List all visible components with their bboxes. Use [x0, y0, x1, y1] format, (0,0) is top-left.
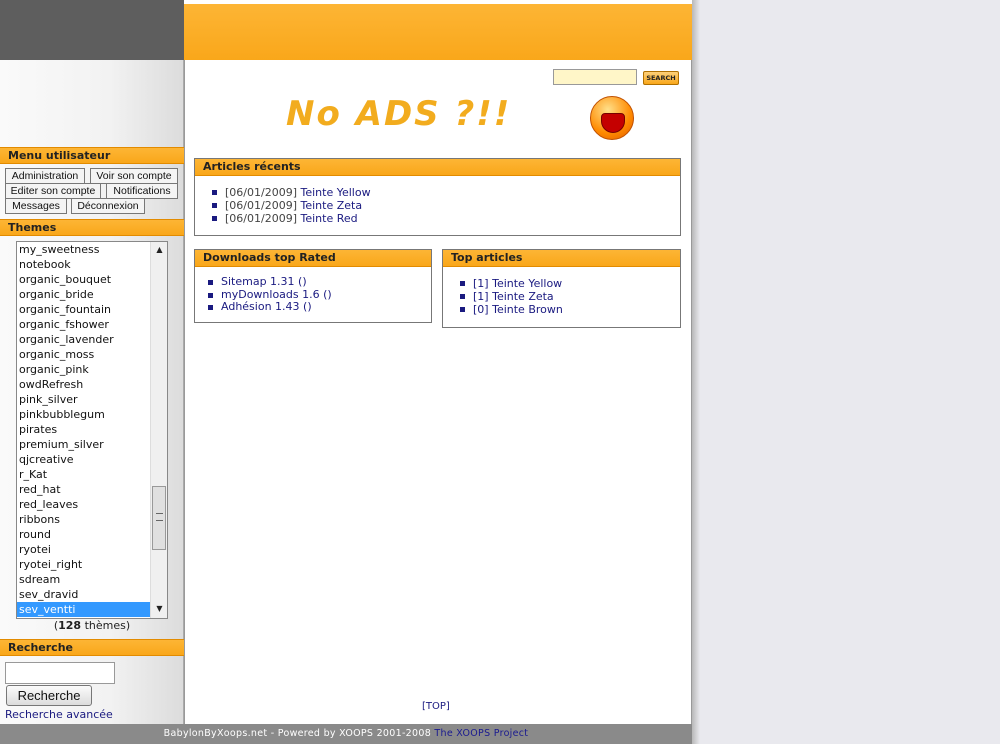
list-item: [1] Teinte Yellow	[460, 277, 680, 290]
theme-option[interactable]: organic_pink	[17, 362, 167, 377]
theme-option[interactable]: red_leaves	[17, 497, 167, 512]
themes-count-suffix: thèmes	[84, 619, 126, 632]
deconnexion-button[interactable]: Déconnexion	[71, 198, 145, 214]
theme-option[interactable]: sdream	[17, 572, 167, 587]
downloads-title: Downloads top Rated	[195, 250, 431, 267]
header-band	[184, 4, 692, 60]
article-link[interactable]: Teinte Zeta	[300, 199, 362, 212]
download-link[interactable]: Adhésion 1.43 ()	[208, 300, 431, 314]
recherche-avancee-link[interactable]: Recherche avancée	[5, 708, 113, 721]
top-articles-block: Top articles [1] Teinte Yellow [1] Teinte…	[442, 249, 681, 328]
article-count: [1]	[473, 290, 489, 303]
theme-option[interactable]: red_hat	[17, 482, 167, 497]
themes-scrollbar[interactable]: ▲ ▼	[150, 242, 167, 618]
theme-option[interactable]: pinkbubblegum	[17, 407, 167, 422]
notifications-button[interactable]: Notifications	[106, 183, 178, 199]
scroll-up-icon[interactable]: ▲	[151, 244, 167, 256]
themes-count: (128 thèmes)	[53, 619, 131, 632]
user-menu-title: Menu utilisateur	[0, 147, 184, 164]
scroll-down-icon[interactable]: ▼	[151, 603, 167, 615]
top-link[interactable]: [TOP]	[422, 701, 450, 712]
theme-option[interactable]: sev_dravid	[17, 587, 167, 602]
scroll-thumb[interactable]	[152, 486, 166, 550]
article-date: [06/01/2009]	[225, 186, 297, 199]
left-header-band	[0, 0, 184, 60]
smiley-icon	[590, 96, 634, 140]
theme-option[interactable]: organic_lavender	[17, 332, 167, 347]
articles-recents-list: [06/01/2009] Teinte Yellow [06/01/2009] T…	[195, 176, 680, 225]
articles-recents-block: Articles récents [06/01/2009] Teinte Yel…	[194, 158, 681, 236]
theme-option[interactable]: notebook	[17, 257, 167, 272]
theme-option[interactable]: ryotei	[17, 542, 167, 557]
article-count: [0]	[473, 303, 489, 316]
editer-compte-button[interactable]: Editer son compte	[5, 183, 101, 199]
theme-option[interactable]: organic_fountain	[17, 302, 167, 317]
article-link[interactable]: Teinte Yellow	[300, 186, 370, 199]
article-link[interactable]: Teinte Zeta	[492, 290, 554, 303]
theme-option[interactable]: r_Kat	[17, 467, 167, 482]
recherche-input[interactable]	[5, 662, 115, 684]
messages-button[interactable]: Messages	[5, 198, 67, 214]
article-link[interactable]: Teinte Red	[300, 212, 357, 225]
page-shadow	[692, 0, 700, 744]
article-link[interactable]: Teinte Yellow	[492, 277, 562, 290]
theme-option[interactable]: round	[17, 527, 167, 542]
footer-text: BabylonByXoops.net - Powered by XOOPS 20…	[163, 728, 432, 739]
banner-text: No ADS ?!!	[286, 94, 512, 134]
theme-option[interactable]: organic_bride	[17, 287, 167, 302]
downloads-list: Sitemap 1.31 () myDownloads 1.6 () Adhésio…	[195, 267, 431, 314]
search-input[interactable]	[553, 69, 637, 85]
administration-button[interactable]: Administration	[5, 168, 85, 184]
list-item: [06/01/2009] Teinte Red	[212, 212, 680, 225]
themes-count-number: 128	[58, 619, 82, 632]
article-link[interactable]: Teinte Brown	[492, 303, 563, 316]
downloads-block: Downloads top Rated Sitemap 1.31 () myDow…	[194, 249, 432, 323]
recherche-title: Recherche	[0, 639, 184, 656]
list-item: [0] Teinte Brown	[460, 303, 680, 316]
list-item: [06/01/2009] Teinte Zeta	[212, 199, 680, 212]
article-date: [06/01/2009]	[225, 199, 297, 212]
theme-option[interactable]: premium_silver	[17, 437, 167, 452]
theme-option[interactable]: ribbons	[17, 512, 167, 527]
theme-option[interactable]: organic_moss	[17, 347, 167, 362]
list-item: [06/01/2009] Teinte Yellow	[212, 186, 680, 199]
article-count: [1]	[473, 277, 489, 290]
list-item: [1] Teinte Zeta	[460, 290, 680, 303]
theme-option[interactable]: my_sweetness	[17, 242, 167, 257]
theme-option[interactable]: owdRefresh	[17, 377, 167, 392]
theme-option[interactable]: organic_fshower	[17, 317, 167, 332]
themes-select-list[interactable]: my_sweetness notebook organic_bouquet organ…	[16, 241, 168, 619]
grip-icon	[156, 513, 163, 521]
download-link[interactable]: Sitemap 1.31 ()	[208, 275, 431, 289]
theme-option[interactable]: organic_bouquet	[17, 272, 167, 287]
theme-option[interactable]: pirates	[17, 422, 167, 437]
articles-recents-title: Articles récents	[195, 159, 680, 176]
top-articles-list: [1] Teinte Yellow [1] Teinte Zeta [0] Tein…	[443, 267, 680, 316]
theme-option[interactable]: pink_silver	[17, 392, 167, 407]
xoops-project-link[interactable]: The XOOPS Project	[434, 728, 528, 739]
voir-compte-button[interactable]: Voir son compte	[90, 168, 178, 184]
article-date: [06/01/2009]	[225, 212, 297, 225]
theme-option[interactable]: sev_ventti	[17, 602, 167, 617]
search-button[interactable]: SEARCH	[643, 71, 679, 85]
themes-options: my_sweetness notebook organic_bouquet organ…	[17, 242, 167, 617]
themes-title: Themes	[0, 219, 184, 236]
recherche-button[interactable]: Recherche	[6, 685, 92, 706]
smiley-mouth-icon	[601, 113, 625, 133]
top-articles-title: Top articles	[443, 250, 680, 267]
footer: BabylonByXoops.net - Powered by XOOPS 20…	[0, 724, 692, 744]
theme-option[interactable]: ryotei_right	[17, 557, 167, 572]
theme-option[interactable]: qjcreative	[17, 452, 167, 467]
